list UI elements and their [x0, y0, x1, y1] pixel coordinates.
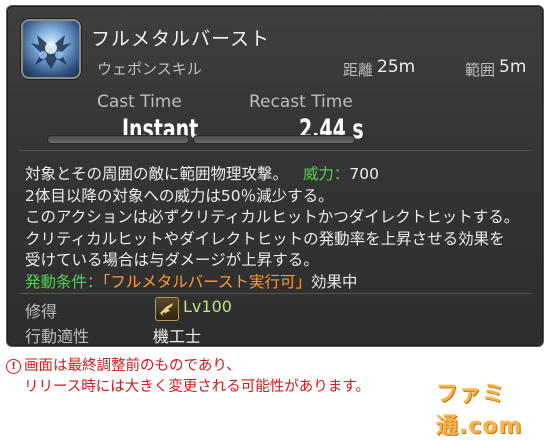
- mechanical-machine-icon: [21, 19, 81, 79]
- condition-value: 「フルメタルバースト実行可」: [102, 272, 311, 291]
- description-line-2: 2体目以降の対象への威力は50％減少する。: [25, 186, 334, 205]
- affinity-label: 行動適性: [25, 327, 90, 346]
- description-line-1: 対象とその周囲の敵に範囲物理攻撃。 威力：700: [25, 165, 379, 183]
- action-description: 対象とその周囲の敵に範囲物理攻撃。 威力：700 2体目以降の対象への威力は50…: [25, 164, 545, 293]
- radius-label: 範囲: [465, 61, 496, 79]
- exclamation-circle-icon: !: [6, 359, 21, 374]
- description-line-4: クリティカルヒットやダイレクトヒットの発動率を上昇させる効果を: [25, 229, 505, 248]
- description-line-5: 受けている場合は与ダメージが上昇する。: [25, 251, 319, 269]
- cast-time-label: Cast Time: [97, 92, 182, 112]
- affinity-value: 機工士: [153, 327, 202, 346]
- meta-divider: [19, 293, 531, 294]
- acquired-level: Lv100: [183, 297, 232, 316]
- condition-suffix: 効果中: [311, 272, 358, 291]
- distance-label: 距離: [343, 61, 374, 79]
- condition-label: 発動条件：: [25, 272, 103, 291]
- famitsu-watermark: ファミ通.com: [436, 382, 523, 439]
- trigger-condition: 発動条件：「フルメタルバースト実行可」効果中: [25, 272, 545, 294]
- radius-value: 5m: [499, 57, 527, 77]
- disclaimer: ! 画面は最終調整前のものであり、 リリース時には大きく変更される可能性があります…: [6, 356, 370, 398]
- machinist-job-icon: [155, 297, 179, 321]
- recast-time-bar: [193, 135, 355, 144]
- action-name: フルメタルバースト: [91, 28, 271, 50]
- cast-time-bar: [47, 135, 189, 144]
- action-type: ウェポンスキル: [97, 60, 202, 78]
- disclaimer-line-2: リリース時には大きく変更される可能性があります。: [24, 379, 370, 395]
- action-tooltip: フルメタルバースト ウェポンスキル 距離 25m 範囲 5m Cast Time…: [6, 5, 544, 347]
- recast-time-label: Recast Time: [249, 92, 353, 112]
- distance-value: 25m: [377, 57, 416, 77]
- potency-label: 威力：: [302, 165, 350, 183]
- potency-value: 700: [349, 165, 379, 183]
- disclaimer-line-1: ! 画面は最終調整前のものであり、: [6, 356, 370, 377]
- acquired-label: 修得: [25, 302, 58, 321]
- section-divider: [19, 150, 531, 151]
- description-line-3: このアクションは必ずクリティカルヒットかつダイレクトヒットする。: [25, 208, 520, 226]
